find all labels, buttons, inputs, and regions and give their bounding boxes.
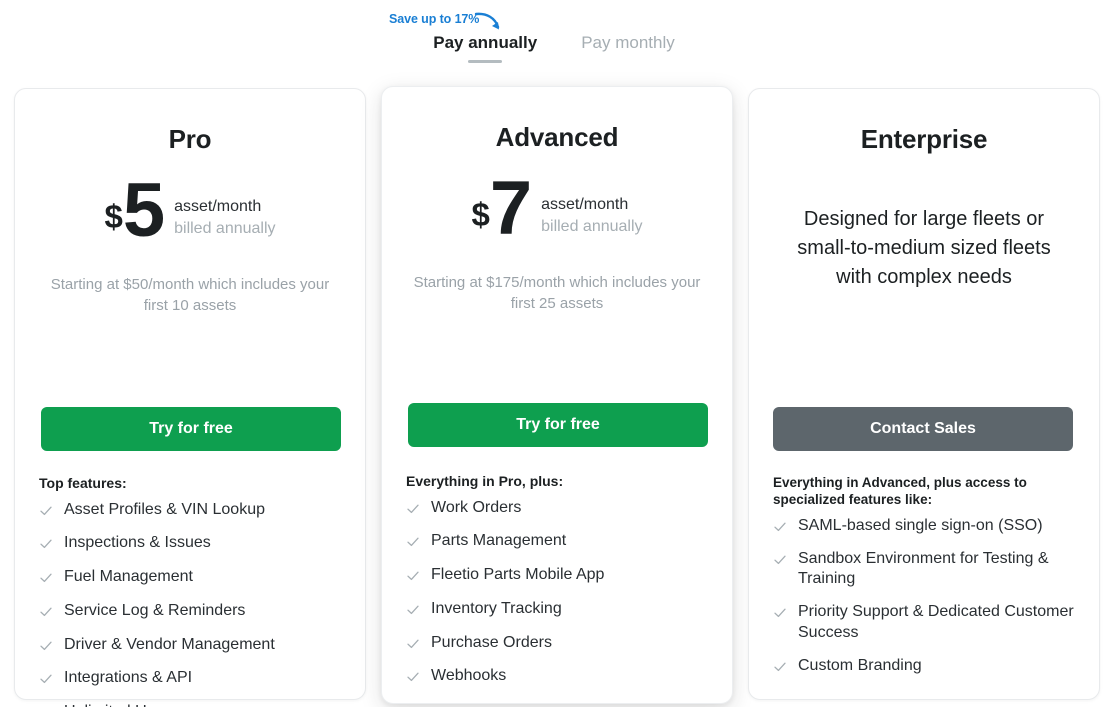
- feature-item: Sandbox Environment for Testing & Traini…: [773, 549, 1083, 591]
- price-block-pro: $ 5 asset/month billed annually: [39, 168, 341, 254]
- feature-list-enterprise: Everything in Advanced, plus access to s…: [773, 475, 1083, 689]
- billing-period-tabs: Pay annually Pay monthly: [0, 33, 1108, 63]
- billing-toggle-header: Save up to 17% Pay annually Pay monthly: [0, 0, 1108, 86]
- feature-list-title-enterprise: Everything in Advanced, plus access to s…: [773, 475, 1027, 507]
- check-icon: [774, 608, 786, 618]
- feature-list-title-pro: Top features:: [39, 475, 127, 491]
- check-icon: [774, 662, 786, 671]
- feature-item: Purchase Orders: [406, 633, 710, 654]
- price-unit-sub-pro: billed annually: [174, 219, 276, 237]
- check-icon: [40, 506, 52, 515]
- price-unit-pro: asset/month billed annually: [174, 196, 275, 239]
- save-badge: Save up to 17%: [389, 12, 480, 26]
- check-icon: [407, 537, 419, 547]
- feature-list-title-advanced: Everything in Pro, plus:: [406, 473, 564, 489]
- feature-item: Priority Support & Dedicated Customer Su…: [773, 602, 1083, 644]
- plan-card-advanced: Advanced $ 7 asset/month billed annually…: [381, 86, 733, 704]
- price-currency-pro: $: [104, 198, 123, 235]
- price-note-pro: Starting at $50/month which includes you…: [50, 276, 330, 315]
- check-icon: [407, 504, 419, 513]
- check-icon: [407, 605, 419, 614]
- feature-item: Webhooks: [406, 666, 710, 687]
- plan-name-advanced: Advanced: [495, 122, 619, 152]
- price-unit-main-advanced: asset/month: [541, 196, 629, 213]
- feature-item: Integrations & API: [39, 668, 343, 689]
- price-amount-pro: 5: [122, 168, 165, 253]
- feature-label: Priority Support & Dedicated Customer Su…: [798, 603, 1074, 641]
- feature-label: Purchase Orders: [431, 633, 552, 651]
- price-amount-advanced: 7: [489, 166, 532, 251]
- feature-item: Inventory Tracking: [406, 599, 710, 620]
- feature-label: Parts Management: [431, 532, 567, 550]
- feature-label: Asset Profiles & VIN Lookup: [64, 500, 265, 518]
- tab-pay-annually[interactable]: Pay annually: [433, 33, 537, 63]
- price-block-advanced: $ 7 asset/month billed annually: [406, 166, 708, 252]
- check-icon: [407, 673, 419, 682]
- plan-description-enterprise: Designed for large fleets or small-to-me…: [797, 208, 1051, 288]
- plan-name-pro: Pro: [168, 124, 212, 154]
- pricing-cards: Pro $ 5 asset/month billed annually Star…: [0, 86, 1108, 707]
- plan-name-enterprise: Enterprise: [860, 124, 988, 154]
- feature-item: Parts Management: [406, 531, 710, 552]
- plan-card-enterprise: Enterprise Designed for large fleets or …: [748, 88, 1100, 700]
- feature-label: SAML-based single sign-on (SSO): [798, 516, 1043, 534]
- feature-item: Fuel Management: [39, 567, 343, 588]
- feature-label: Work Orders: [431, 498, 522, 516]
- price-unit-main-pro: asset/month: [174, 198, 262, 215]
- contact-sales-button[interactable]: Contact Sales: [773, 407, 1073, 451]
- feature-item: Service Log & Reminders: [39, 601, 343, 622]
- feature-label: Driver & Vendor Management: [64, 635, 275, 653]
- check-icon: [40, 539, 52, 549]
- feature-label: Inspections & Issues: [64, 534, 211, 552]
- check-icon: [407, 571, 419, 581]
- feature-item: Work Orders: [406, 498, 710, 519]
- feature-item: Driver & Vendor Management: [39, 635, 343, 656]
- feature-list-pro: Top features: Asset Profiles & VIN Looku…: [39, 475, 343, 707]
- check-icon: [40, 641, 52, 650]
- feature-item: Custom Branding: [773, 656, 1083, 677]
- feature-label: Service Log & Reminders: [64, 601, 246, 619]
- price-currency-advanced: $: [471, 196, 490, 233]
- check-icon: [774, 555, 786, 564]
- plan-card-pro: Pro $ 5 asset/month billed annually Star…: [14, 88, 366, 707]
- check-icon: [40, 675, 52, 684]
- check-icon: [40, 607, 52, 616]
- feature-label: Inventory Tracking: [431, 599, 562, 617]
- check-icon: [407, 639, 419, 648]
- feature-item: Unlimited Users: [39, 702, 343, 707]
- feature-label: Sandbox Environment for Testing & Traini…: [798, 549, 1049, 588]
- feature-label: Unlimited Users: [64, 702, 343, 707]
- try-for-free-button-advanced[interactable]: Try for free: [408, 403, 708, 447]
- feature-label: Custom Branding: [798, 656, 922, 674]
- tab-pay-monthly[interactable]: Pay monthly: [581, 33, 675, 63]
- feature-label: Integrations & API: [64, 669, 193, 687]
- price-unit-sub-advanced: billed annually: [541, 217, 643, 235]
- feature-item: SAML-based single sign-on (SSO): [773, 516, 1083, 537]
- feature-item: Fleetio Parts Mobile App: [406, 565, 710, 586]
- feature-list-advanced: Everything in Pro, plus: Work Orders Par…: [406, 473, 710, 700]
- feature-item: Inspections & Issues: [39, 533, 343, 554]
- feature-label: Webhooks: [431, 667, 507, 685]
- check-icon: [40, 573, 52, 583]
- feature-label: Fleetio Parts Mobile App: [431, 566, 605, 584]
- feature-item: Asset Profiles & VIN Lookup: [39, 500, 343, 521]
- check-icon: [774, 522, 786, 531]
- price-unit-advanced: asset/month billed annually: [541, 194, 642, 237]
- try-for-free-button-pro[interactable]: Try for free: [41, 407, 341, 451]
- price-note-advanced: Starting at $175/month which includes yo…: [413, 274, 701, 313]
- feature-label: Fuel Management: [64, 568, 193, 586]
